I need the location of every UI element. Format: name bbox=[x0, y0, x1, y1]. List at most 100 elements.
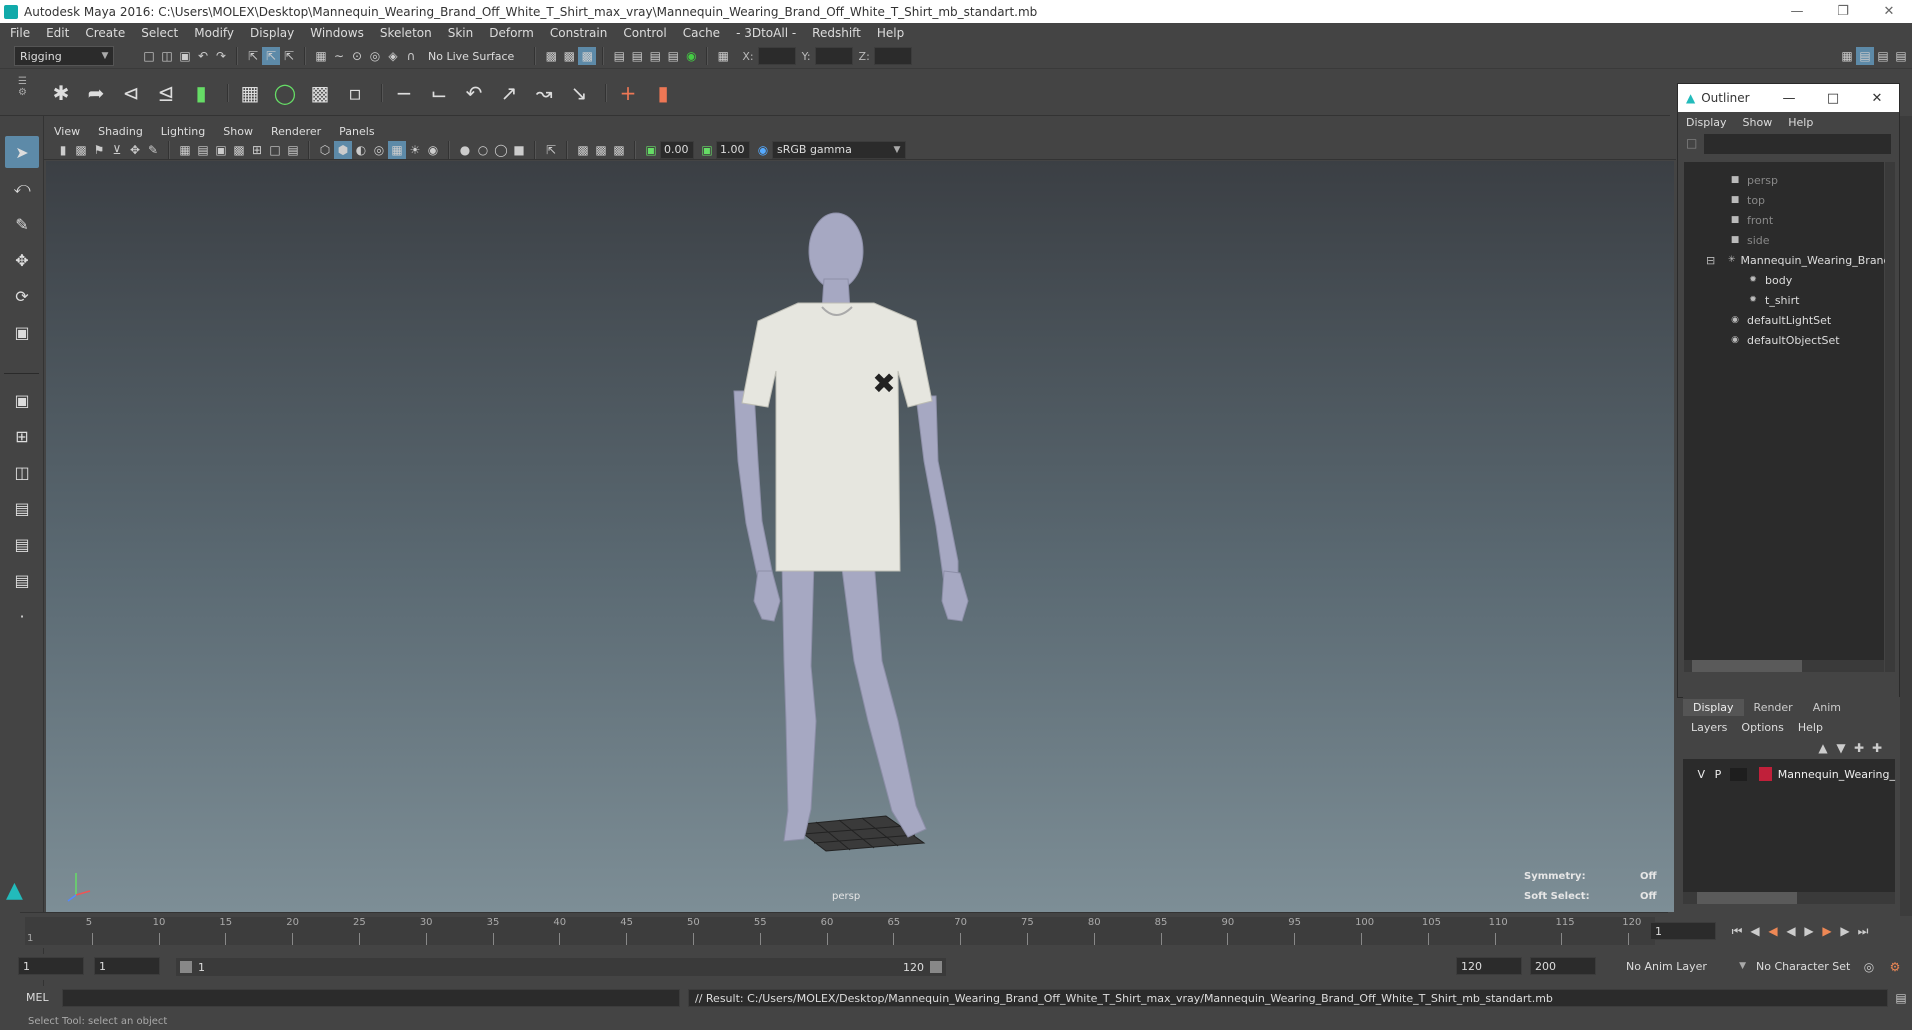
select-component-icon[interactable]: ⇱ bbox=[280, 47, 298, 65]
outliner-menu-show[interactable]: Show bbox=[1743, 116, 1773, 129]
point-constraint-icon[interactable]: ⌙ bbox=[424, 78, 454, 108]
redo-icon[interactable]: ↷ bbox=[212, 47, 230, 65]
tab-render[interactable]: Render bbox=[1744, 699, 1803, 716]
scrollbar-thumb[interactable] bbox=[1692, 660, 1802, 672]
scrollbar-thumb[interactable] bbox=[1697, 892, 1797, 904]
ipr-render-icon[interactable]: ▤ bbox=[628, 47, 646, 65]
xray-icon[interactable]: ■ bbox=[510, 141, 528, 159]
isolate-select-icon[interactable]: ⇱ bbox=[542, 141, 560, 159]
playback-start-field[interactable]: 1 bbox=[94, 957, 160, 975]
tool-settings-icon[interactable]: ▤ bbox=[1874, 47, 1892, 65]
rotate-tool-icon[interactable]: ⟳ bbox=[5, 280, 39, 312]
resolution-gate-icon[interactable]: ▣ bbox=[212, 141, 230, 159]
new-layer-icon[interactable]: ✚ bbox=[1850, 739, 1868, 757]
menu-edit[interactable]: Edit bbox=[46, 26, 69, 40]
layer-menu-help[interactable]: Help bbox=[1798, 721, 1823, 734]
viewport-menu-view[interactable]: View bbox=[54, 125, 80, 138]
go-to-end-icon[interactable]: ⏭ bbox=[1854, 922, 1872, 940]
save-scene-icon[interactable]: ▣ bbox=[176, 47, 194, 65]
step-back-frame-icon[interactable]: ◀ bbox=[1764, 922, 1782, 940]
undo-icon[interactable]: ↶ bbox=[194, 47, 212, 65]
four-view-layout-icon[interactable]: ⊞ bbox=[5, 420, 39, 452]
close-icon[interactable]: ✕ bbox=[1866, 0, 1912, 23]
camera-select-icon[interactable]: ▮ bbox=[54, 141, 72, 159]
layer-menu-options[interactable]: Options bbox=[1741, 721, 1783, 734]
exposure-field[interactable]: 0.00 bbox=[660, 140, 694, 159]
snap-grid-icon[interactable]: ▦ bbox=[312, 47, 330, 65]
color-space-select[interactable]: sRGB gamma ▼ bbox=[772, 140, 906, 159]
layer-display-type[interactable] bbox=[1730, 767, 1747, 781]
range-slider[interactable]: 1 120 bbox=[176, 958, 946, 976]
transform-lock-icon[interactable]: ▦ bbox=[714, 47, 732, 65]
image-plane-icon[interactable]: ⊻ bbox=[108, 141, 126, 159]
lattice-icon[interactable]: ▩ bbox=[305, 78, 335, 108]
step-forward-key-icon[interactable]: ▶ bbox=[1836, 922, 1854, 940]
filter-icon[interactable]: □ bbox=[1686, 136, 1697, 150]
shelf-menu-icon[interactable]: ☰ ⚙ bbox=[18, 76, 32, 110]
maximize-icon[interactable]: □ bbox=[1811, 91, 1855, 106]
menu-help[interactable]: Help bbox=[877, 26, 904, 40]
character-set-select[interactable]: No Character Set bbox=[1752, 957, 1868, 975]
script-language-label[interactable]: MEL bbox=[26, 991, 49, 1004]
tab-display[interactable]: Display bbox=[1683, 698, 1744, 716]
backface-culling-icon[interactable]: ▩ bbox=[610, 141, 628, 159]
menu-file[interactable]: File bbox=[10, 26, 30, 40]
layer-visibility-toggle[interactable]: V bbox=[1693, 768, 1710, 781]
render-settings-icon[interactable]: ▤ bbox=[646, 47, 664, 65]
play-forward-icon[interactable]: ▶ bbox=[1800, 922, 1818, 940]
single-perspective-layout-icon[interactable]: ▣ bbox=[5, 384, 39, 416]
menu-create[interactable]: Create bbox=[85, 26, 125, 40]
more-layouts-icon[interactable]: · bbox=[5, 600, 39, 632]
select-object-icon[interactable]: ⇱ bbox=[262, 47, 280, 65]
ik-spline-icon[interactable]: ⊲ bbox=[116, 78, 146, 108]
cluster-icon[interactable]: ▫ bbox=[340, 78, 370, 108]
layer-color-swatch[interactable] bbox=[1758, 767, 1772, 781]
collapse-icon[interactable]: ⊟ bbox=[1706, 254, 1715, 267]
outliner-v-scrollbar[interactable] bbox=[1885, 162, 1895, 672]
ambient-occlusion-icon[interactable]: ◉ bbox=[424, 141, 442, 159]
outliner-item[interactable]: ■ front bbox=[1684, 210, 1884, 230]
persp-hypershade-layout-icon[interactable]: ▤ bbox=[5, 528, 39, 560]
scale-constraint-icon[interactable]: ↗ bbox=[494, 78, 524, 108]
xray-active-icon[interactable]: ▩ bbox=[592, 141, 610, 159]
move-tool-icon[interactable]: ✥ bbox=[5, 244, 39, 276]
viewport-menu-panels[interactable]: Panels bbox=[339, 125, 374, 138]
menu-modify[interactable]: Modify bbox=[194, 26, 234, 40]
safe-title-icon[interactable]: ▤ bbox=[284, 141, 302, 159]
ik-handle-icon[interactable]: ➦ bbox=[81, 78, 111, 108]
output-ops-icon[interactable]: ▩ bbox=[560, 47, 578, 65]
new-layer-from-selected-icon[interactable]: ✚ bbox=[1868, 739, 1886, 757]
outliner-item[interactable]: ◉ defaultLightSet bbox=[1684, 310, 1884, 330]
x-field[interactable] bbox=[757, 47, 796, 65]
menu-deform[interactable]: Deform bbox=[489, 26, 534, 40]
animation-prefs-icon[interactable]: ⚙ bbox=[1886, 958, 1904, 976]
go-to-start-icon[interactable]: ⏮ bbox=[1728, 922, 1746, 940]
menu-skeleton[interactable]: Skeleton bbox=[380, 26, 432, 40]
mirror-joint-icon[interactable]: ⊴ bbox=[151, 78, 181, 108]
outliner-h-scrollbar[interactable] bbox=[1684, 660, 1884, 672]
textured-icon[interactable]: ◎ bbox=[370, 141, 388, 159]
gamma-icon[interactable]: ▣ bbox=[698, 141, 716, 159]
outliner-item[interactable]: ✹ body bbox=[1684, 270, 1884, 290]
field-chart-icon[interactable]: ⊞ bbox=[248, 141, 266, 159]
time-slider[interactable]: 1 5 10 15 20 25 30 35 40 45 50 55 60 65 70 75 80 85 90 95 1… bbox=[20, 912, 1668, 948]
aim-constraint-icon[interactable]: ↝ bbox=[529, 78, 559, 108]
menu-display[interactable]: Display bbox=[250, 26, 294, 40]
z-field[interactable] bbox=[873, 47, 912, 65]
exposure-icon[interactable]: ▣ bbox=[642, 141, 660, 159]
joint-tool-icon[interactable]: ✱ bbox=[46, 78, 76, 108]
menu-control[interactable]: Control bbox=[623, 26, 666, 40]
time-slider-track[interactable]: 1 5 10 15 20 25 30 35 40 45 50 55 60 65 70 75 80 85 90 95 1… bbox=[25, 917, 1655, 945]
restore-icon[interactable]: ❐ bbox=[1820, 0, 1866, 23]
snap-curve-icon[interactable]: ∼ bbox=[330, 47, 348, 65]
gate-mask-icon[interactable]: ▩ bbox=[230, 141, 248, 159]
playback-end-field[interactable]: 120 bbox=[1456, 957, 1522, 975]
viewport-menu-renderer[interactable]: Renderer bbox=[271, 125, 321, 138]
scale-tool-icon[interactable]: ▣ bbox=[5, 316, 39, 348]
wireframe-icon[interactable]: ⬡ bbox=[316, 141, 334, 159]
outliner-item[interactable]: ■ top bbox=[1684, 190, 1884, 210]
select-hierarchy-icon[interactable]: ⇱ bbox=[244, 47, 262, 65]
layer-h-scrollbar[interactable] bbox=[1683, 892, 1895, 904]
live-surface-label[interactable]: No Live Surface bbox=[428, 50, 514, 63]
menu-windows[interactable]: Windows bbox=[310, 26, 364, 40]
